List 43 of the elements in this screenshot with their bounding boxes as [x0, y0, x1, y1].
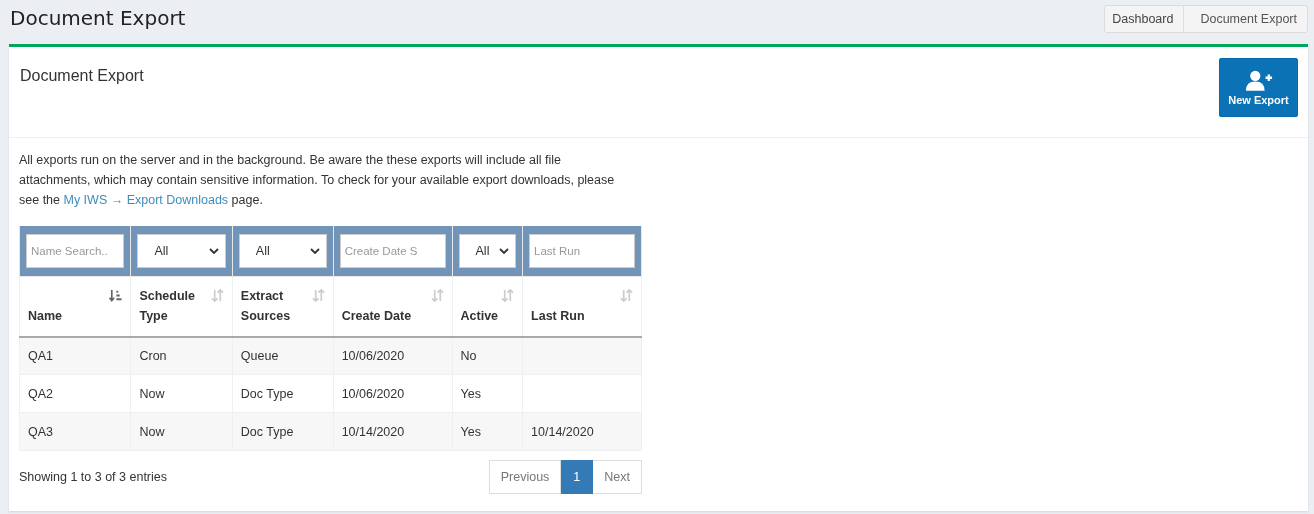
chevron-down-icon: [208, 248, 219, 254]
table-cell: QA2: [19, 374, 131, 413]
export-downloads-link[interactable]: My IWS → Export Downloads: [63, 193, 229, 207]
table-cell: 10/06/2020: [333, 374, 453, 413]
column-header[interactable]: Active: [452, 276, 523, 337]
add-user-icon: [1244, 69, 1273, 91]
table-cell: QA3: [19, 412, 131, 451]
table-cell: Yes: [452, 412, 523, 451]
pagination-button[interactable]: Next: [593, 460, 642, 494]
table-cell: 10/06/2020: [333, 336, 453, 375]
page-title: Document Export: [10, 6, 186, 30]
chevron-down-icon: [499, 248, 510, 254]
table-cell: 10/14/2020: [522, 412, 642, 451]
breadcrumb-link[interactable]: Dashboard: [1105, 6, 1184, 32]
table-cell: 10/14/2020: [333, 412, 453, 451]
table-cell: Cron: [130, 336, 233, 375]
filter-dropdown[interactable]: All: [238, 234, 327, 268]
table-cell: Doc Type: [232, 412, 334, 451]
chevron-down-icon: [309, 248, 320, 254]
column-header[interactable]: Create Date: [333, 276, 453, 337]
search-field[interactable]: Name Search..: [26, 234, 125, 268]
search-field[interactable]: Create Date S: [339, 234, 446, 268]
column-header[interactable]: Last Run: [522, 276, 642, 337]
table-cell: Now: [130, 412, 233, 451]
table-cell: QA1: [19, 336, 131, 375]
filter-dropdown[interactable]: All: [137, 234, 226, 268]
new-export-button[interactable]: New Export: [1219, 58, 1298, 117]
entries-info: Showing 1 to 3 of 3 entries: [19, 470, 167, 484]
table-cell: Doc Type: [232, 374, 334, 413]
breadcrumb-link[interactable]: Document Export: [1183, 6, 1307, 32]
page-button[interactable]: 1: [561, 460, 594, 494]
table-cell: Queue: [232, 336, 334, 375]
card-title: Document Export: [20, 67, 144, 86]
table-cell: Yes: [452, 374, 523, 413]
table-cell: No: [452, 336, 523, 375]
table-cell: Now: [130, 374, 233, 413]
search-field[interactable]: Last Run: [529, 234, 635, 268]
column-header[interactable]: Extract Sources: [232, 276, 334, 337]
intro-paragraph: All exports run on the server and in the background. Be aware the these exports will include all file attachments, which may contain sensitive information. To check for your available export downloads, please see the My IWS → Export Downloads page.: [19, 152, 616, 209]
filter-dropdown[interactable]: All: [458, 234, 517, 268]
column-header[interactable]: Name: [19, 276, 131, 337]
pagination-button[interactable]: Previous: [488, 460, 562, 494]
column-header[interactable]: Schedule Type: [130, 276, 233, 337]
